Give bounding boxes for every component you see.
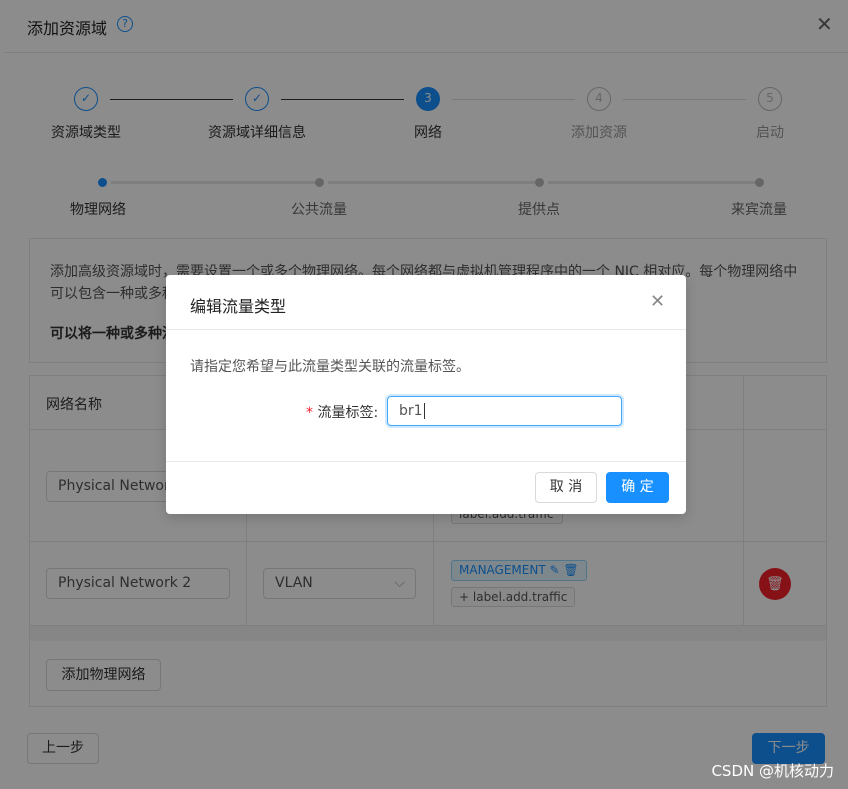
field-label-text: 流量标签 bbox=[317, 405, 374, 421]
divider bbox=[166, 329, 686, 330]
cancel-button[interactable]: 取 消 bbox=[535, 472, 597, 503]
close-icon[interactable]: ✕ bbox=[650, 291, 665, 312]
text-cursor bbox=[423, 403, 425, 419]
edit-traffic-type-modal: 编辑流量类型 ✕ 请指定您希望与此流量类型关联的流量标签。 * 流量标签: br… bbox=[166, 275, 686, 514]
divider bbox=[166, 461, 686, 462]
field-label: * 流量标签: bbox=[306, 405, 379, 421]
traffic-label-input[interactable]: br1 bbox=[387, 396, 622, 426]
required-mark: * bbox=[306, 405, 313, 421]
watermark: CSDN @机核动力 bbox=[711, 762, 834, 780]
modal-title: 编辑流量类型 bbox=[190, 297, 287, 316]
traffic-label-value: br1 bbox=[399, 403, 423, 419]
confirm-button[interactable]: 确 定 bbox=[606, 472, 669, 503]
modal-description: 请指定您希望与此流量类型关联的流量标签。 bbox=[190, 359, 470, 375]
